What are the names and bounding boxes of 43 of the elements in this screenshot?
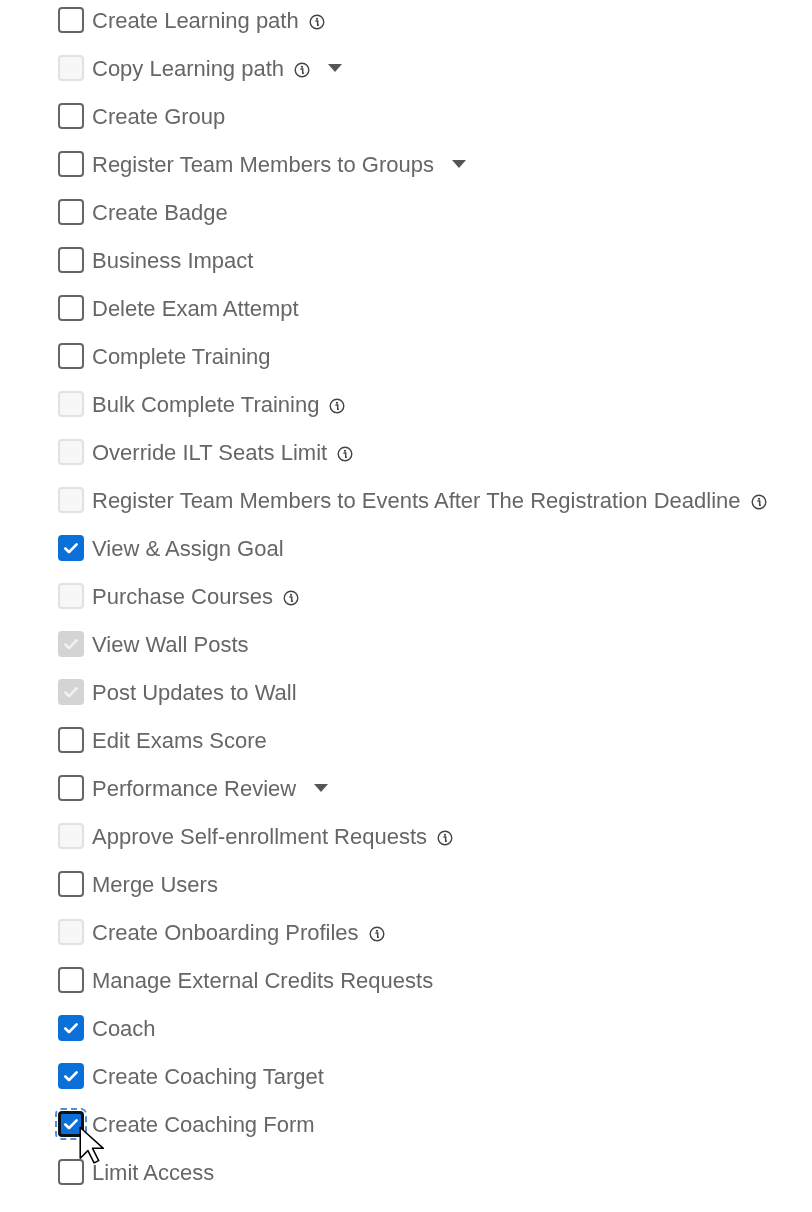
checkbox[interactable] bbox=[58, 151, 84, 177]
checkbox[interactable] bbox=[58, 1159, 84, 1185]
permission-label: Edit Exams Score bbox=[92, 726, 267, 755]
permission-label: Register Team Members to Groups bbox=[92, 150, 434, 179]
permission-label: Create Learning path bbox=[92, 6, 299, 35]
permission-label: Complete Training bbox=[92, 342, 271, 371]
permission-label: Limit Access bbox=[92, 1158, 215, 1187]
permission-label: Create Badge bbox=[92, 198, 228, 227]
checkbox[interactable] bbox=[58, 247, 84, 273]
permission-label: Override ILT Seats Limit bbox=[92, 438, 328, 467]
permission-label: Manage External Credits Requests bbox=[92, 966, 434, 995]
checkbox[interactable] bbox=[58, 7, 84, 33]
info-icon[interactable] bbox=[308, 14, 325, 30]
permission-label: Merge Users bbox=[92, 870, 218, 899]
permission-label: Bulk Complete Training bbox=[92, 390, 320, 419]
checkbox[interactable] bbox=[58, 295, 84, 321]
caret-icon[interactable] bbox=[451, 160, 466, 168]
checkbox[interactable] bbox=[58, 871, 84, 897]
permission-label: Copy Learning path bbox=[92, 54, 285, 83]
checkbox[interactable] bbox=[58, 103, 84, 129]
permission-label: Coach bbox=[92, 1014, 156, 1043]
permission-label: Create Group bbox=[92, 102, 226, 131]
checkbox[interactable] bbox=[58, 1063, 84, 1089]
permission-label: View Wall Posts bbox=[92, 630, 249, 659]
checkbox[interactable] bbox=[58, 775, 84, 801]
permission-label: View & Assign Goal bbox=[92, 534, 284, 563]
permission-label: Business Impact bbox=[92, 246, 254, 275]
permission-label: Approve Self-enrollment Requests bbox=[92, 822, 428, 851]
permission-label: Performance Review bbox=[92, 774, 297, 803]
checkbox[interactable] bbox=[58, 535, 84, 561]
permission-label: Register Team Members to Events After The Registration Deadline bbox=[92, 486, 741, 515]
permission-label: Delete Exam Attempt bbox=[92, 294, 299, 323]
permission-label: Create Coaching Form bbox=[92, 1110, 315, 1139]
permission-label: Create Coaching Target bbox=[92, 1062, 324, 1091]
permission-label: Purchase Courses bbox=[92, 582, 273, 611]
checkbox[interactable] bbox=[58, 1015, 84, 1041]
caret-icon[interactable] bbox=[314, 784, 329, 792]
checkbox[interactable] bbox=[58, 199, 84, 225]
checkbox[interactable] bbox=[58, 727, 84, 753]
checkbox[interactable] bbox=[58, 967, 84, 993]
checkbox[interactable] bbox=[58, 343, 84, 369]
permission-label: Create Onboarding Profiles bbox=[92, 918, 359, 947]
permission-label: Post Updates to Wall bbox=[92, 678, 297, 707]
